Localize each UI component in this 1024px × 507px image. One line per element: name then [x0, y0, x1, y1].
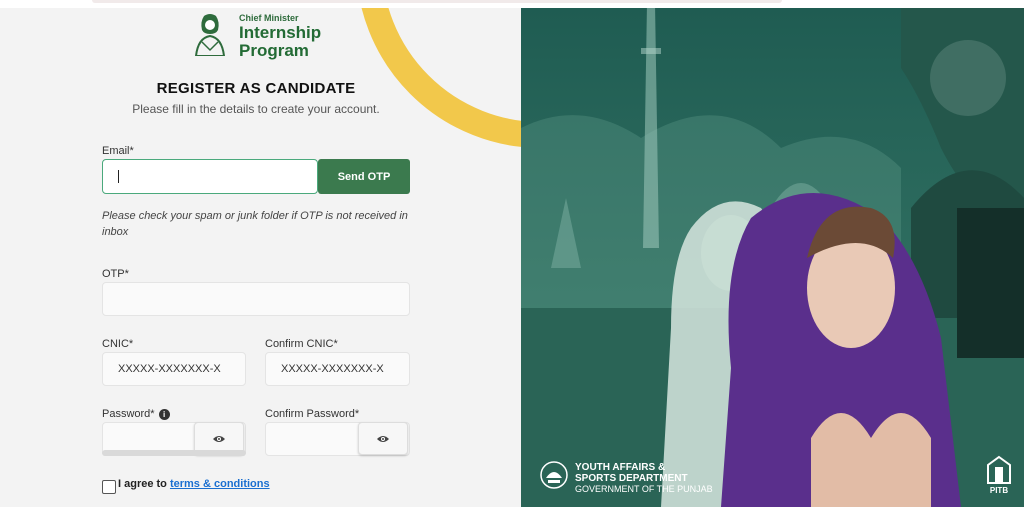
promo-image-panel: [521, 8, 1024, 507]
terms-checkbox[interactable]: [102, 480, 116, 494]
agree-text: I agree to: [118, 478, 167, 490]
address-bar-edge: [92, 0, 782, 3]
cnic-placeholder: XXXXX-XXXXXXX-X: [118, 363, 221, 375]
confirm-cnic-label: Confirm CNIC*: [265, 338, 338, 350]
confirm-password-label: Confirm Password*: [265, 408, 360, 420]
eye-icon: [377, 435, 389, 442]
page-title: REGISTER AS CANDIDATE: [156, 80, 356, 97]
decorative-arc: [356, 8, 521, 148]
email-label: Email*: [102, 145, 134, 157]
confirm-cnic-placeholder: XXXXX-XXXXXXX-X: [281, 363, 384, 375]
browser-top-strip: [0, 0, 1024, 31]
eye-icon: [213, 435, 225, 442]
cnic-label: CNIC*: [102, 338, 134, 350]
confirm-cnic-field[interactable]: XXXXX-XXXXXXX-X: [265, 352, 410, 386]
program-logo: Chief Minister Internship Program: [190, 10, 330, 60]
terms-link[interactable]: terms & conditions: [170, 478, 270, 490]
program-logo-icon: [194, 14, 226, 56]
pitb-label: PITB: [990, 486, 1008, 495]
send-otp-button[interactable]: Send OTP: [318, 159, 410, 194]
promo-illustration: [521, 8, 1024, 507]
dept-line1: YOUTH AFFAIRS &: [575, 462, 666, 473]
password-label-row: Password* i: [102, 408, 170, 420]
logo-small-text: Chief Minister: [239, 13, 299, 23]
cnic-field[interactable]: XXXXX-XXXXXXX-X: [102, 352, 246, 386]
punjab-govt-emblem-icon: [540, 461, 568, 489]
otp-field[interactable]: [102, 282, 410, 316]
otp-spam-note: Please check your spam or junk folder if…: [102, 210, 408, 238]
text-caret: [118, 170, 119, 183]
gov-line: GOVERNMENT OF THE PUNJAB: [575, 484, 713, 494]
terms-agreement: I agree to terms & conditions: [118, 478, 270, 490]
pitb-logo-icon: PITB: [987, 455, 1011, 495]
toolbar-icons: [892, 0, 932, 31]
show-confirm-password-button[interactable]: [358, 422, 408, 455]
logo-line2: Program: [239, 41, 309, 60]
department-name: YOUTH AFFAIRS & SPORTS DEPARTMENT GOVERN…: [575, 462, 713, 495]
otp-label: OTP*: [102, 268, 129, 280]
logo-line1: Internship: [239, 23, 322, 42]
password-label: Password*: [102, 408, 155, 420]
info-icon[interactable]: i: [158, 408, 170, 420]
page-subtitle: Please fill in the details to create you…: [132, 102, 380, 116]
email-field[interactable]: [102, 159, 318, 194]
dept-line2: SPORTS DEPARTMENT: [575, 473, 688, 484]
password-strength-meter: [102, 450, 246, 456]
